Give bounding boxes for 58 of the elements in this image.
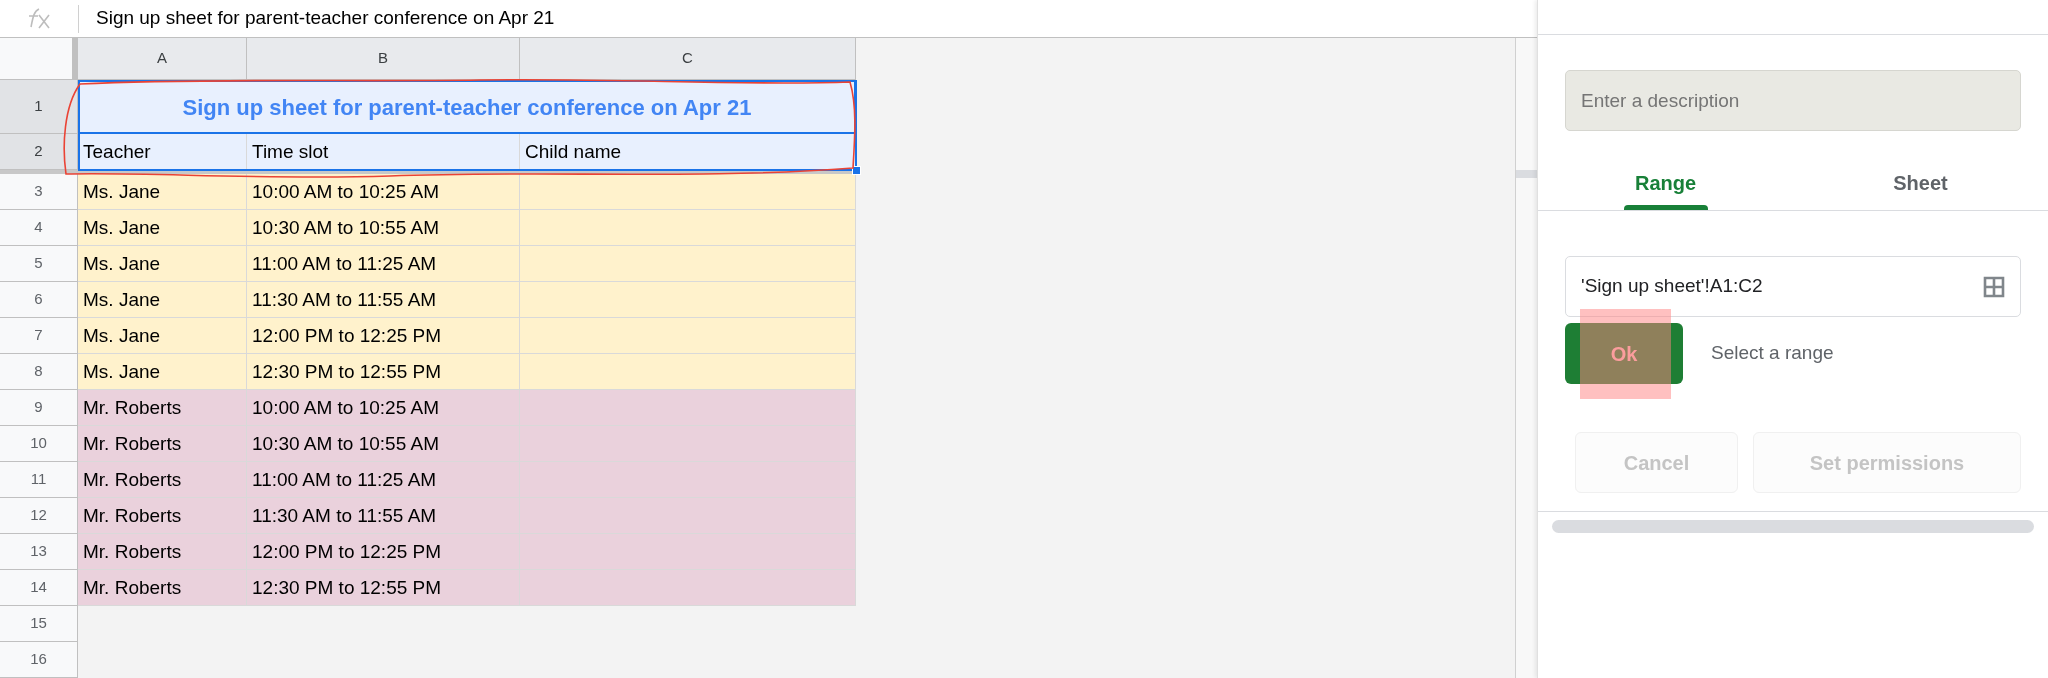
row-number[interactable]: 3 bbox=[0, 174, 78, 210]
table-cell: Mr. Roberts bbox=[78, 498, 247, 534]
title-cell: Sign up sheet for parent-teacher conference on Apr 21 bbox=[78, 80, 856, 134]
formula-input[interactable]: Sign up sheet for parent-teacher conference on Apr 21 bbox=[96, 4, 555, 33]
table-cell: Mr. Roberts bbox=[78, 426, 247, 462]
table-cell: 12:30 PM to 12:55 PM bbox=[247, 354, 520, 390]
row-number[interactable]: 6 bbox=[0, 282, 78, 318]
scrollbar-thumb[interactable] bbox=[1552, 520, 2034, 533]
table-cell: 10:00 AM to 10:25 AM bbox=[247, 390, 520, 426]
row-number[interactable]: 5 bbox=[0, 246, 78, 282]
grid-icon[interactable] bbox=[1983, 275, 2005, 298]
table-cell: Mr. Roberts bbox=[78, 462, 247, 498]
row-number[interactable]: 12 bbox=[0, 498, 78, 534]
row-number[interactable]: 15 bbox=[0, 606, 78, 642]
tab[interactable]: Range bbox=[1538, 156, 1793, 210]
table-cell: Ms. Jane bbox=[78, 246, 247, 282]
table-cell: Teacher bbox=[78, 134, 247, 170]
table-cell: Ms. Jane bbox=[78, 354, 247, 390]
description-field[interactable]: Enter a description bbox=[1565, 70, 2021, 131]
table-cell: 12:00 PM to 12:25 PM bbox=[247, 534, 520, 570]
table-cell: 11:30 AM to 11:55 AM bbox=[247, 498, 520, 534]
table-cell: 11:30 AM to 11:55 AM bbox=[247, 282, 520, 318]
table-cell: 10:00 AM to 10:25 AM bbox=[247, 174, 520, 210]
select-all-corner[interactable] bbox=[0, 38, 78, 80]
table-cell: 10:30 AM to 10:55 AM bbox=[247, 426, 520, 462]
range-hint: Select a range bbox=[1711, 341, 1834, 366]
scrollbar-thumb[interactable] bbox=[1516, 170, 1537, 178]
table-cell: Mr. Roberts bbox=[78, 390, 247, 426]
row-number[interactable]: 1 bbox=[0, 80, 78, 134]
row-number[interactable]: 2 bbox=[0, 134, 78, 170]
table-cell: 12:30 PM to 12:55 PM bbox=[247, 570, 520, 606]
table-cell: Ms. Jane bbox=[78, 318, 247, 354]
row-number[interactable]: 4 bbox=[0, 210, 78, 246]
table-cell: 12:00 PM to 12:25 PM bbox=[247, 318, 520, 354]
column-header[interactable]: C bbox=[520, 38, 856, 80]
table-cell: 10:30 AM to 10:55 AM bbox=[247, 210, 520, 246]
table-cell: Time slot bbox=[247, 134, 520, 170]
range-field[interactable]: 'Sign up sheet'!A1:C2 bbox=[1565, 256, 2021, 317]
row-number[interactable]: 14 bbox=[0, 570, 78, 606]
row-number[interactable]: 13 bbox=[0, 534, 78, 570]
table-cell: 11:00 AM to 11:25 AM bbox=[247, 246, 520, 282]
function-icon bbox=[28, 8, 50, 29]
row-number[interactable]: 10 bbox=[0, 426, 78, 462]
row-number[interactable]: 7 bbox=[0, 318, 78, 354]
row-number[interactable]: 9 bbox=[0, 390, 78, 426]
table-cell: Mr. Roberts bbox=[78, 570, 247, 606]
table-cell: Child name bbox=[520, 134, 856, 170]
row-number[interactable]: 8 bbox=[0, 354, 78, 390]
table-cell: Ms. Jane bbox=[78, 174, 247, 210]
table-cell: Mr. Roberts bbox=[78, 534, 247, 570]
table-cell: Ms. Jane bbox=[78, 282, 247, 318]
column-header[interactable]: A bbox=[78, 38, 247, 80]
table-cell: Ms. Jane bbox=[78, 210, 247, 246]
tab[interactable]: Sheet bbox=[1793, 156, 2048, 210]
column-header[interactable]: B bbox=[247, 38, 520, 80]
row-number[interactable]: 16 bbox=[0, 642, 78, 678]
table-cell: 11:00 AM to 11:25 AM bbox=[247, 462, 520, 498]
row-number[interactable]: 11 bbox=[0, 462, 78, 498]
